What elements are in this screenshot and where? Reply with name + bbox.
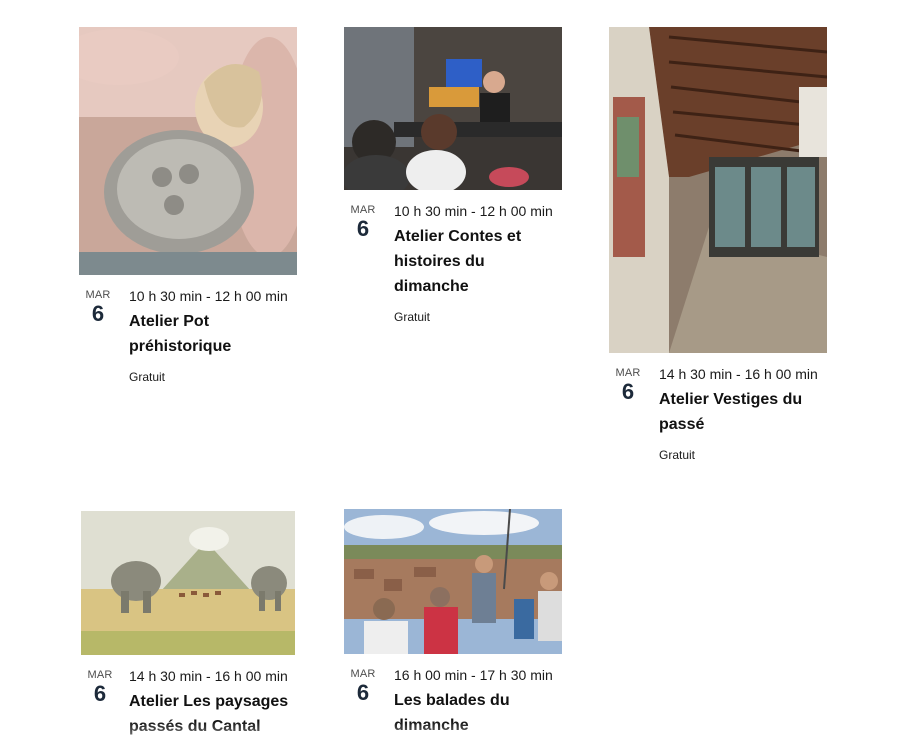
event-time: 14 h 30 min - 16 h 00 min xyxy=(129,668,288,684)
day-of-week: MAR xyxy=(615,367,641,379)
event-title-line[interactable]: dimanche xyxy=(394,717,469,734)
event-image-storytelling[interactable] xyxy=(344,27,562,190)
event-date: MAR 6 xyxy=(344,204,382,241)
day-of-week: MAR xyxy=(350,668,376,680)
day-of-week: MAR xyxy=(85,289,111,301)
event-title-line[interactable]: Atelier Vestiges du xyxy=(659,391,802,408)
event-date: MAR 6 xyxy=(344,668,382,705)
event-price: Gratuit xyxy=(129,370,166,384)
day-number: 6 xyxy=(93,681,107,706)
day-number: 6 xyxy=(356,216,370,241)
event-title[interactable]: Atelier Contes et histoires du dimanche xyxy=(394,224,562,299)
event-title[interactable]: Les balades du dimanche xyxy=(394,688,562,738)
event-time: 14 h 30 min - 16 h 00 min xyxy=(659,366,818,382)
day-number: 6 xyxy=(621,379,635,404)
day-number: 6 xyxy=(91,301,105,326)
event-date: MAR 6 xyxy=(609,367,647,404)
events-grid: MAR 6 10 h 30 min - 12 h 00 min Atelier … xyxy=(0,0,900,753)
event-image-landscape[interactable] xyxy=(81,511,295,655)
pottery-image xyxy=(79,27,297,275)
event-card[interactable]: MAR 6 14 h 30 min - 16 h 00 min Atelier … xyxy=(609,27,827,462)
event-price: Gratuit xyxy=(394,310,431,324)
landscape-image xyxy=(81,511,295,655)
event-time: 10 h 30 min - 12 h 00 min xyxy=(394,203,553,219)
event-card[interactable]: MAR 6 14 h 30 min - 16 h 00 min Atelier … xyxy=(81,511,299,739)
town-walk-image xyxy=(344,509,562,654)
event-image-walk[interactable] xyxy=(344,509,562,654)
event-title-line[interactable]: Atelier Les paysages xyxy=(129,693,288,710)
storytelling-image xyxy=(344,27,562,190)
event-time: 10 h 30 min - 12 h 00 min xyxy=(129,288,288,304)
event-title-line[interactable]: passés du Cantal xyxy=(129,718,261,735)
event-card[interactable]: MAR 6 10 h 30 min - 12 h 00 min Atelier … xyxy=(79,27,297,384)
day-number: 6 xyxy=(356,680,370,705)
event-title-line[interactable]: Atelier Pot xyxy=(129,313,209,330)
event-title-line[interactable]: Atelier Contes et xyxy=(394,228,521,245)
event-title[interactable]: Atelier Pot préhistorique xyxy=(129,309,297,359)
event-image-pottery[interactable] xyxy=(79,27,297,275)
event-title-line[interactable]: Les balades du xyxy=(394,692,510,709)
museum-image xyxy=(609,27,827,353)
event-title-line[interactable]: passé xyxy=(659,416,704,433)
event-title[interactable]: Atelier Vestiges du passé xyxy=(659,387,827,437)
event-title[interactable]: Atelier Les paysages passés du Cantal xyxy=(129,689,299,739)
event-date: MAR 6 xyxy=(81,669,119,706)
event-date: MAR 6 xyxy=(79,289,117,326)
event-price: Gratuit xyxy=(659,448,696,462)
event-time: 16 h 00 min - 17 h 30 min xyxy=(394,667,553,683)
event-title-line[interactable]: préhistorique xyxy=(129,338,231,355)
day-of-week: MAR xyxy=(87,669,113,681)
event-title-line[interactable]: histoires du dimanche xyxy=(394,253,485,295)
day-of-week: MAR xyxy=(350,204,376,216)
event-card[interactable]: MAR 6 16 h 00 min - 17 h 30 min Les bala… xyxy=(344,509,562,738)
event-card[interactable]: MAR 6 10 h 30 min - 12 h 00 min Atelier … xyxy=(344,27,562,324)
event-image-museum[interactable] xyxy=(609,27,827,353)
